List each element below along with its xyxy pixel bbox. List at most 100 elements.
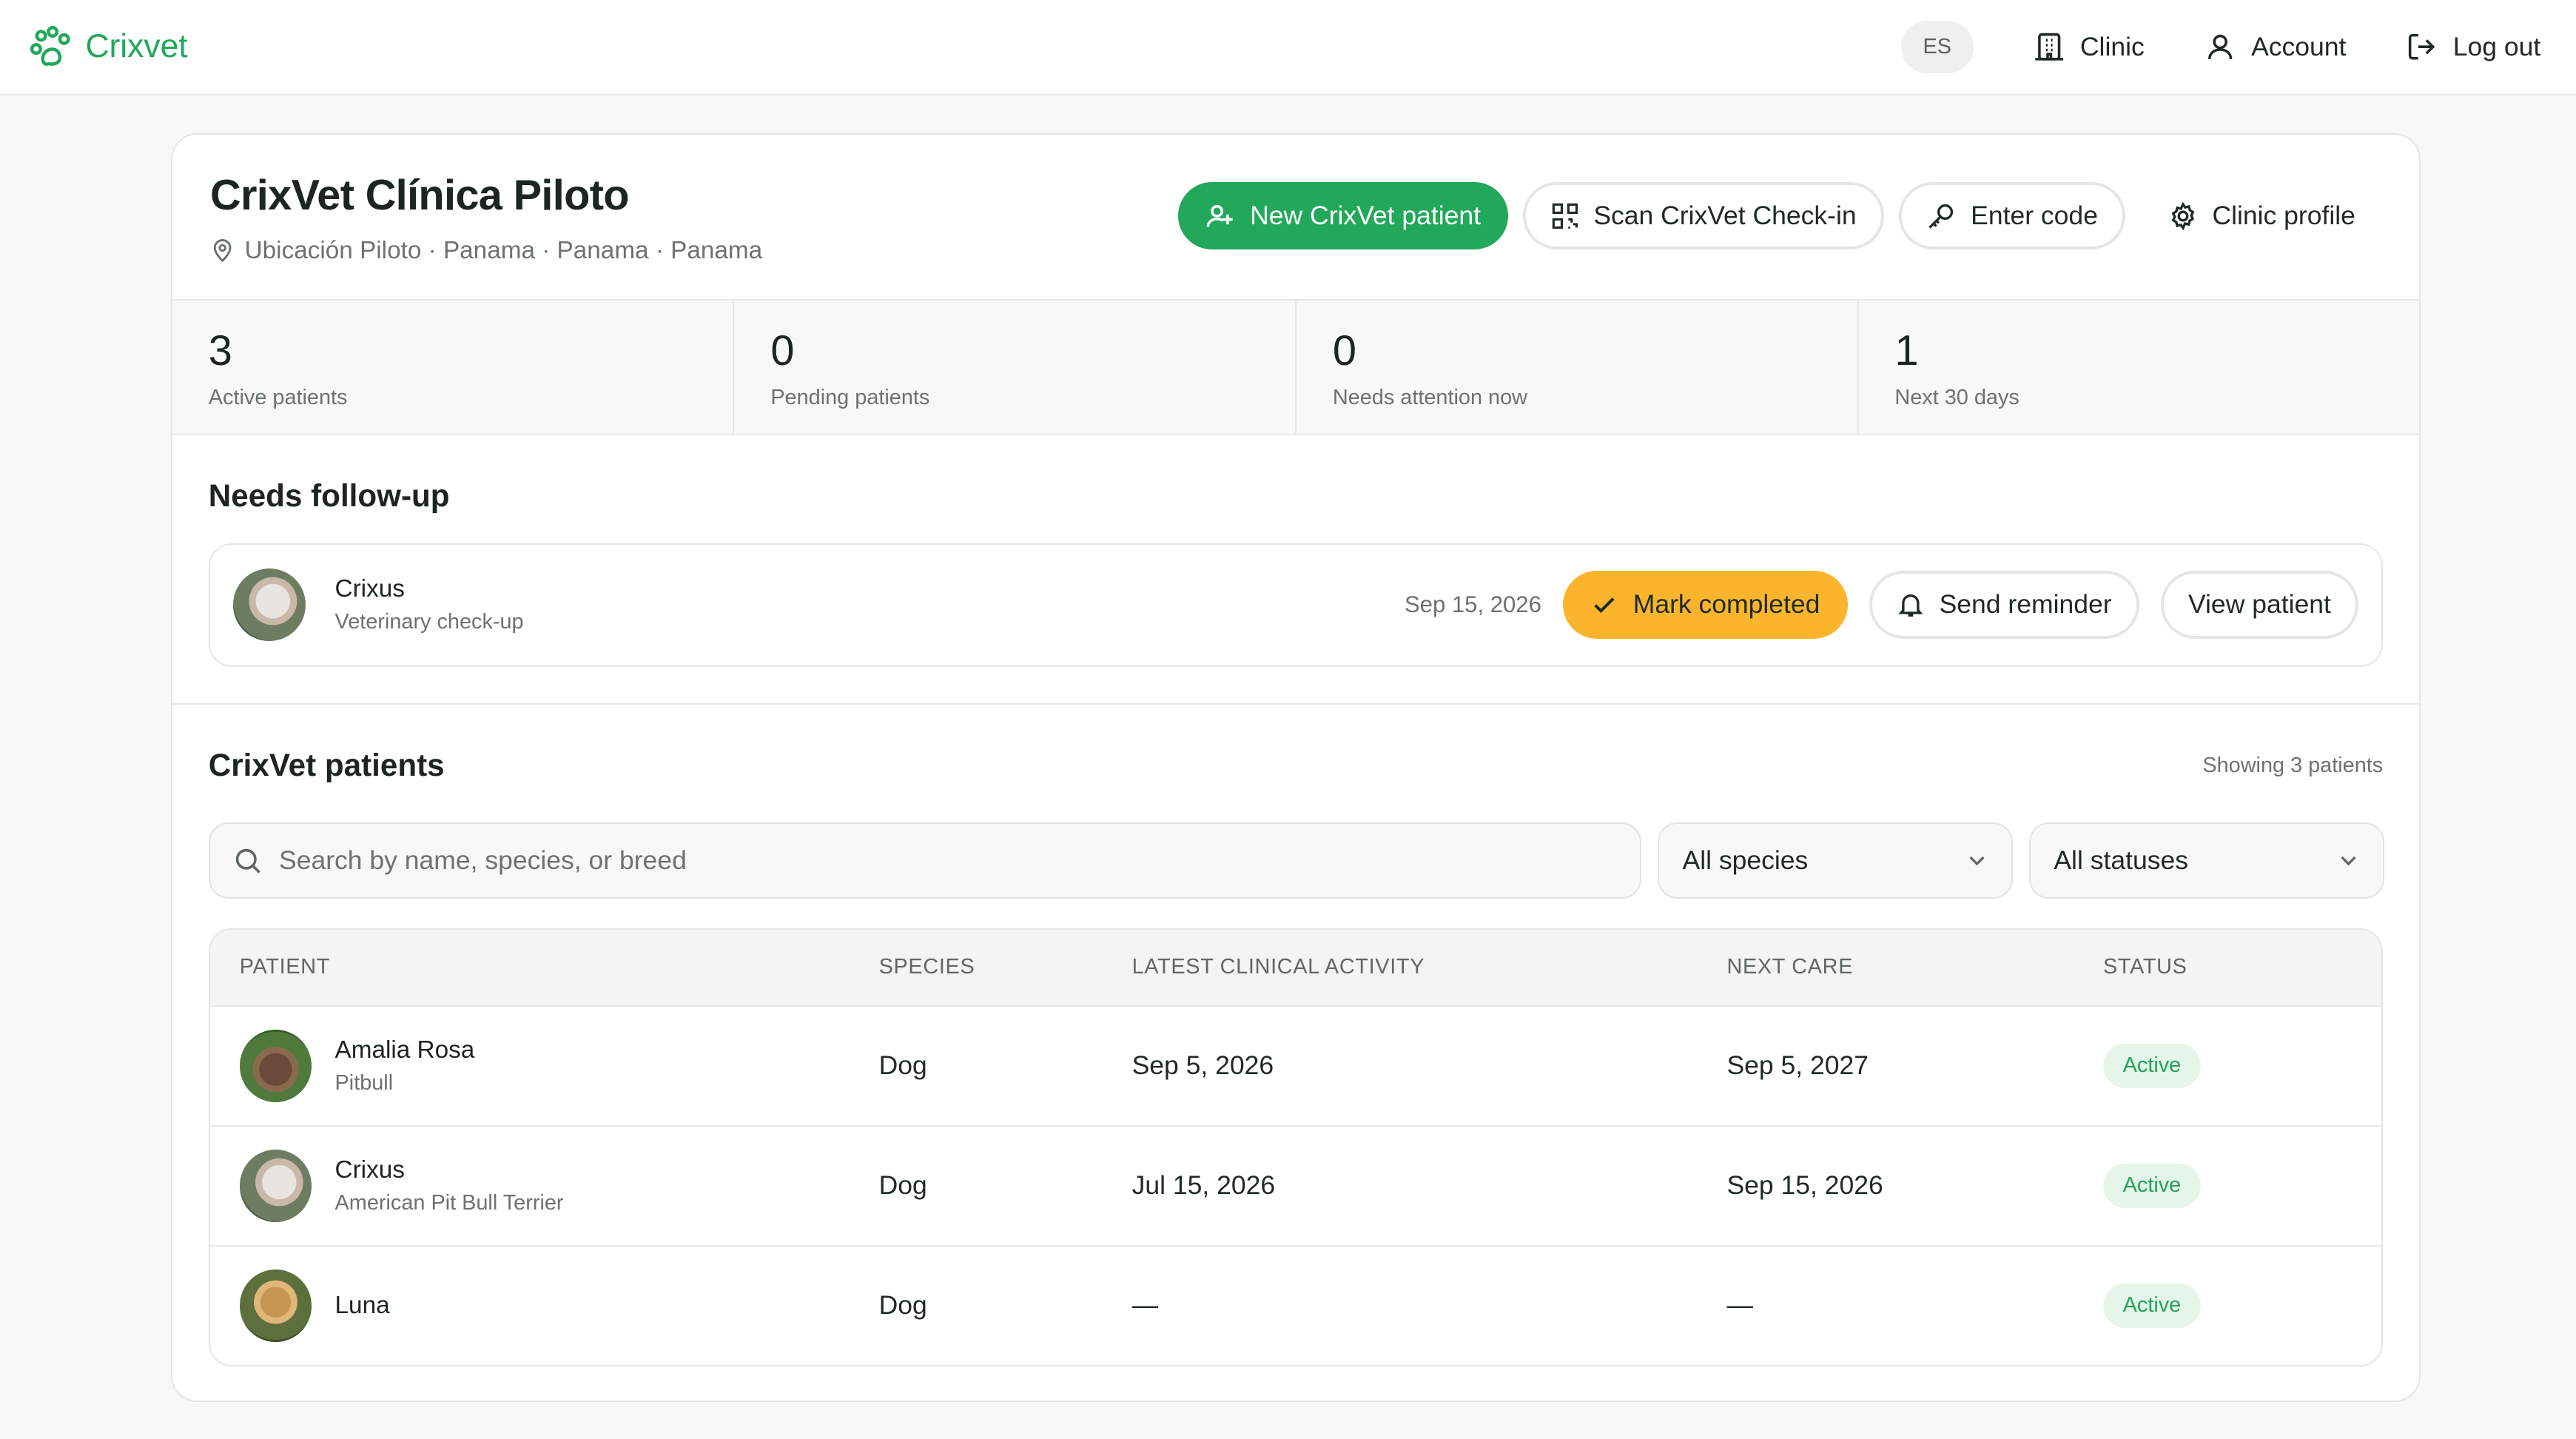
user-icon	[2207, 34, 2233, 60]
gear-icon	[2171, 201, 2194, 231]
nav-clinic[interactable]: Clinic	[2033, 30, 2145, 63]
new-patient-label: New CrixVet patient	[1250, 201, 1482, 231]
stat-attention: 0 Needs attention now	[1297, 300, 1859, 435]
clinic-location: Ubicación Piloto · Panama · Panama · Pan…	[210, 237, 762, 265]
header-actions: New CrixVet patient Scan CrixVet Check-i…	[1177, 182, 2384, 250]
nav-logout[interactable]: Log out	[2405, 30, 2540, 63]
mark-completed-label: Mark completed	[1632, 589, 1820, 620]
add-user-icon	[1206, 204, 1233, 227]
species-cell: Dog	[878, 1050, 927, 1081]
patient-cell: Crixus American Pit Bull Terrier	[210, 1150, 879, 1222]
stat-label: Pending patients	[770, 386, 930, 410]
scan-checkin-label: Scan CrixVet Check-in	[1593, 201, 1857, 231]
column-header-latest-activity: LATEST CLINICAL ACTIVITY	[1131, 955, 1425, 979]
scan-checkin-button[interactable]: Scan CrixVet Check-in	[1523, 182, 1884, 250]
page-title: CrixVet Clínica Piloto	[210, 171, 630, 219]
patient-breed: Pitbull	[334, 1070, 394, 1095]
avatar	[232, 568, 306, 642]
nav-account[interactable]: Account	[2204, 30, 2347, 63]
chevron-down-icon	[2341, 856, 2356, 866]
view-patient-label: View patient	[2188, 589, 2331, 620]
brand-name: Crixvet	[85, 28, 188, 65]
table-row[interactable]: Crixus American Pit Bull Terrier Dog Jul…	[209, 1124, 2382, 1245]
avatar	[239, 1029, 312, 1102]
chevron-down-icon	[1969, 856, 1985, 866]
nav-logout-label: Log out	[2452, 31, 2541, 61]
search-input[interactable]: Search by name, species, or breed	[208, 822, 1642, 899]
followup-date: Sep 15, 2026	[1404, 591, 1541, 617]
clinic-header: CrixVet Clínica Piloto Ubicación Piloto …	[172, 135, 2419, 299]
map-pin-icon	[213, 239, 232, 263]
followup-section: Needs follow-up Crixus Veterinary check-…	[172, 435, 2420, 705]
species-cell: Dog	[878, 1170, 927, 1201]
followup-actions: Sep 15, 2026 Mark completed Send reminde…	[1404, 571, 2359, 639]
key-icon	[1928, 204, 1954, 229]
table-header: PATIENT SPECIES LATEST CLINICAL ACTIVITY…	[209, 929, 2382, 1005]
stats-bar: 3 Active patients 0 Pending patients 0 N…	[172, 298, 2420, 436]
followup-title: Needs follow-up	[208, 477, 450, 513]
send-reminder-button[interactable]: Send reminder	[1869, 571, 2139, 639]
column-header-next-care: NEXT CARE	[1726, 955, 1854, 979]
building-icon	[2034, 33, 2063, 61]
patients-header: CrixVet patients Showing 3 patients	[209, 748, 2383, 783]
language-toggle[interactable]: ES	[1900, 20, 1974, 73]
nav-clinic-label: Clinic	[2079, 31, 2145, 61]
qr-code-icon	[1552, 203, 1578, 229]
status-badge: Active	[2103, 1164, 2201, 1208]
stat-pending: 0 Pending patients	[734, 300, 1297, 435]
status-filter[interactable]: All statuses	[2029, 822, 2384, 899]
status-badge: Active	[2103, 1043, 2201, 1088]
stat-label: Active patients	[208, 386, 348, 410]
column-header-species: SPECIES	[878, 955, 975, 979]
species-filter[interactable]: All species	[1658, 822, 2014, 899]
patient-filters: Search by name, species, or breed All sp…	[208, 822, 2384, 899]
mark-completed-button[interactable]: Mark completed	[1562, 571, 1848, 639]
stat-value: 0	[1332, 327, 1356, 375]
patients-count: Showing 3 patients	[2202, 753, 2384, 777]
patient-name: Crixus	[334, 575, 405, 603]
nav-account-label: Account	[2251, 31, 2347, 61]
stat-value: 1	[1894, 327, 1919, 375]
new-patient-button[interactable]: New CrixVet patient	[1177, 182, 1509, 250]
stat-label: Next 30 days	[1894, 386, 2020, 410]
status-badge: Active	[2103, 1284, 2201, 1328]
table-row[interactable]: Amalia Rosa Pitbull Dog Sep 5, 2026 Sep …	[209, 1004, 2382, 1125]
patient-name: Crixus	[334, 1155, 405, 1184]
column-header-status: STATUS	[2103, 955, 2187, 979]
next-care-cell: Sep 15, 2026	[1726, 1170, 1883, 1201]
avatar	[239, 1269, 312, 1342]
patients-title: CrixVet patients	[208, 748, 445, 783]
patient-name: Luna	[334, 1291, 390, 1319]
status-filter-value: All statuses	[2054, 845, 2188, 876]
search-icon	[235, 848, 260, 873]
followup-item: Crixus Veterinary check-up Sep 15, 2026 …	[208, 543, 2384, 667]
stat-label: Needs attention now	[1332, 386, 1527, 410]
stat-next-30: 1 Next 30 days	[1859, 301, 2420, 434]
top-nav: ES Clinic Account Log out	[1900, 20, 2540, 73]
stat-value: 3	[208, 327, 232, 375]
send-reminder-label: Send reminder	[1939, 589, 2112, 620]
bell-icon	[1898, 594, 1923, 617]
brand[interactable]: Crixvet	[30, 25, 188, 69]
search-placeholder: Search by name, species, or breed	[279, 845, 687, 876]
next-care-cell: —	[1726, 1290, 1753, 1321]
view-patient-button[interactable]: View patient	[2160, 571, 2359, 639]
species-cell: Dog	[878, 1290, 927, 1321]
next-care-cell: Sep 5, 2027	[1726, 1050, 1869, 1081]
logout-icon	[2409, 34, 2435, 60]
clinic-dashboard-card: CrixVet Clínica Piloto Ubicación Piloto …	[170, 133, 2421, 1403]
followup-info: Crixus Veterinary check-up	[335, 575, 524, 634]
enter-code-button[interactable]: Enter code	[1898, 182, 2126, 250]
latest-activity-cell: Sep 5, 2026	[1131, 1050, 1274, 1081]
patients-table: PATIENT SPECIES LATEST CLINICAL ACTIVITY…	[208, 928, 2384, 1367]
column-header-patient: PATIENT	[239, 955, 330, 979]
patient-cell: Luna	[210, 1269, 879, 1342]
stat-active: 3 Active patients	[172, 300, 735, 435]
latest-activity-cell: —	[1131, 1290, 1159, 1321]
patient-name: Amalia Rosa	[334, 1036, 475, 1064]
clinic-location-text: Ubicación Piloto · Panama · Panama · Pan…	[244, 236, 763, 264]
paw-logo-icon	[30, 25, 70, 66]
table-row[interactable]: Luna Dog — — Active	[209, 1244, 2382, 1365]
clinic-profile-button[interactable]: Clinic profile	[2140, 182, 2384, 250]
enter-code-label: Enter code	[1971, 201, 2098, 231]
